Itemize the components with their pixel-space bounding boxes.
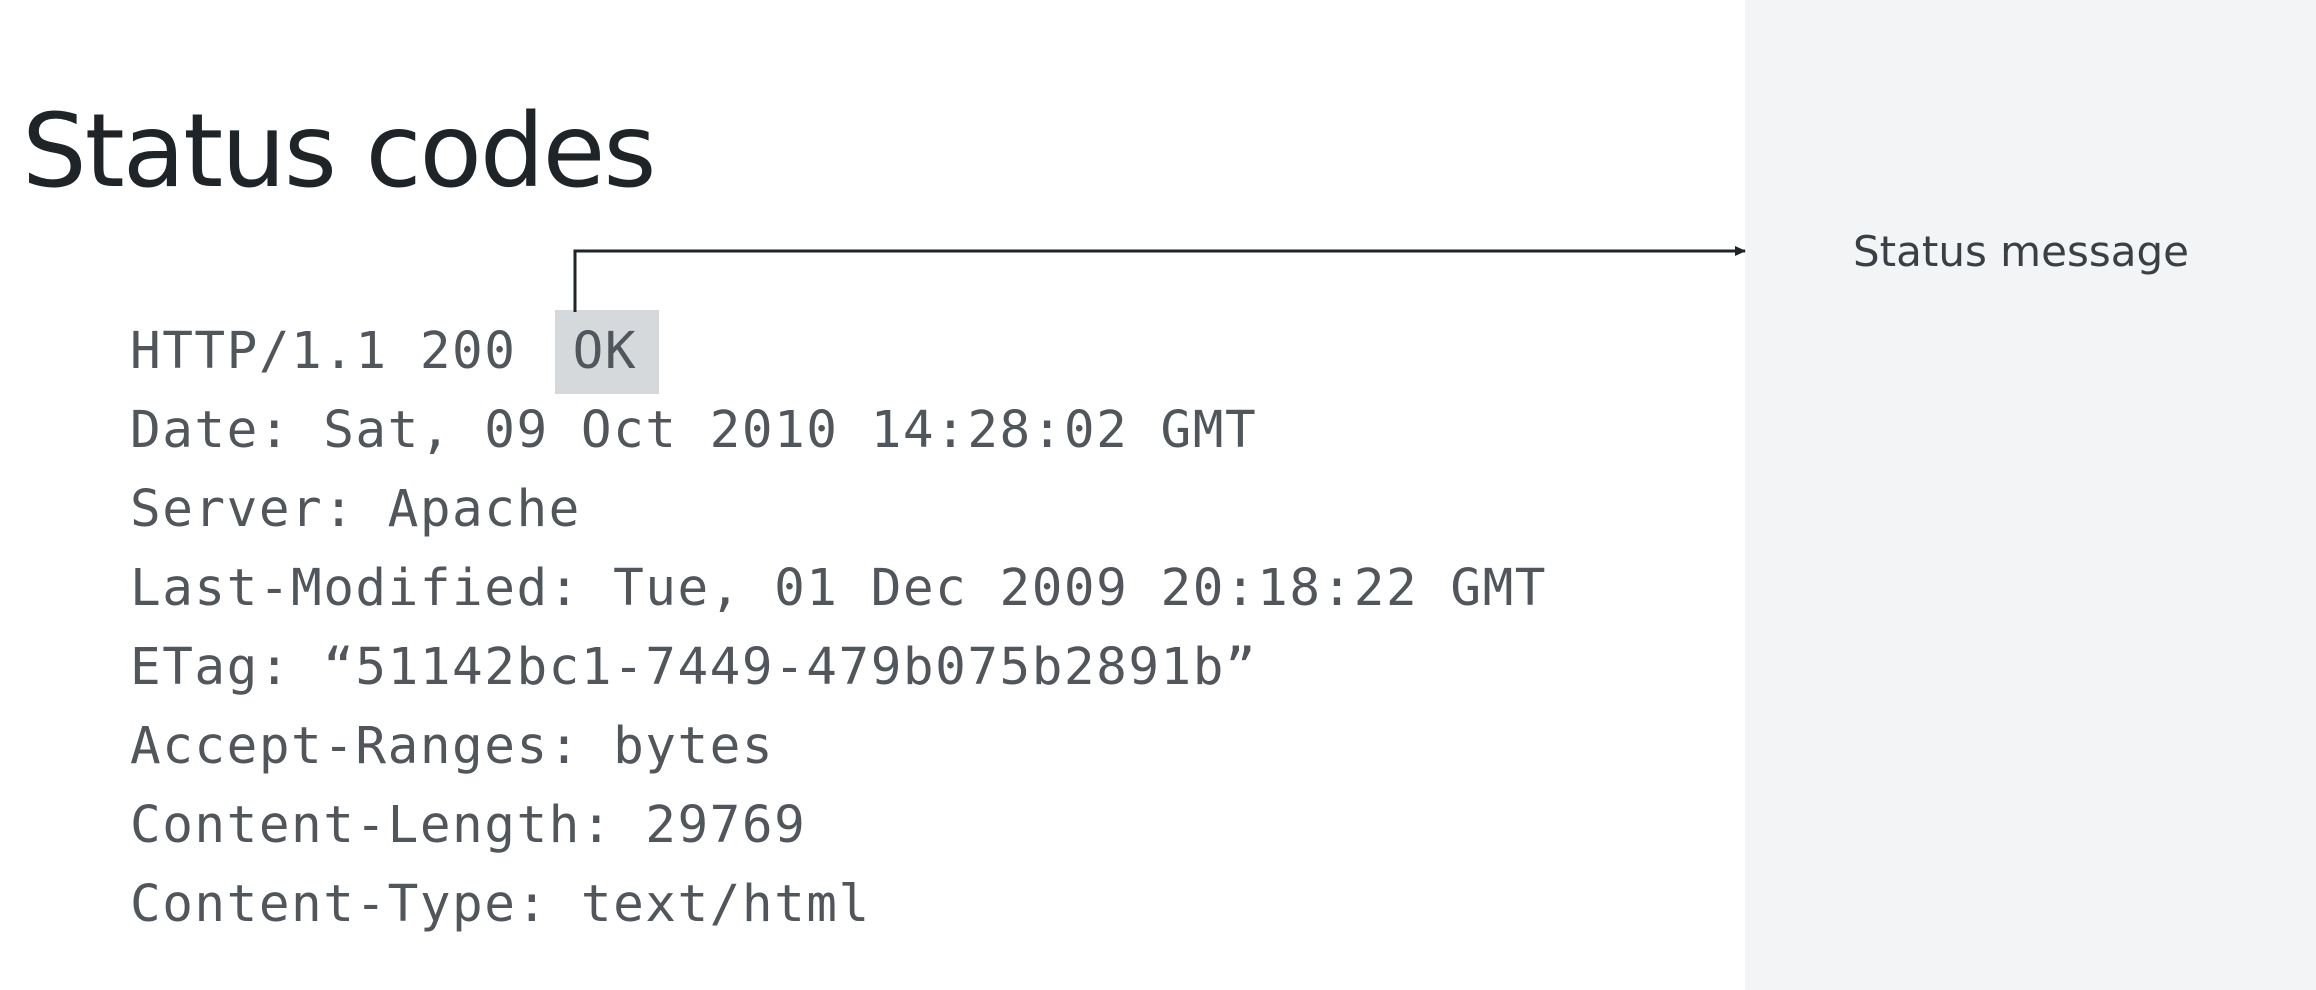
slide-title: Status codes [22,92,657,211]
status-line-prefix: HTTP/1.1 200 [130,322,549,381]
header-line-server: Server: Apache [130,480,581,539]
header-line-etag: ETag: “51142bc1-7449-479b075b2891b” [130,638,1258,697]
connector-line [573,246,1746,312]
header-line-content-type: Content-Type: text/html [130,875,871,934]
annotation-panel [1745,0,2316,990]
header-line-last-modified: Last-Modified: Tue, 01 Dec 2009 20:18:22… [130,559,1548,618]
http-response-block: HTTP/1.1 200 OK Date: Sat, 09 Oct 2010 1… [130,310,1548,944]
header-line-content-length: Content-Length: 29769 [130,796,807,855]
status-line: HTTP/1.1 200 OK [130,310,1547,394]
status-message-highlight: OK [554,310,660,394]
status-message-annotation: Status message [1853,227,2189,276]
header-line-accept-ranges: Accept-Ranges: bytes [130,717,775,776]
header-line-date: Date: Sat, 09 Oct 2010 14:28:02 GMT [130,401,1258,460]
